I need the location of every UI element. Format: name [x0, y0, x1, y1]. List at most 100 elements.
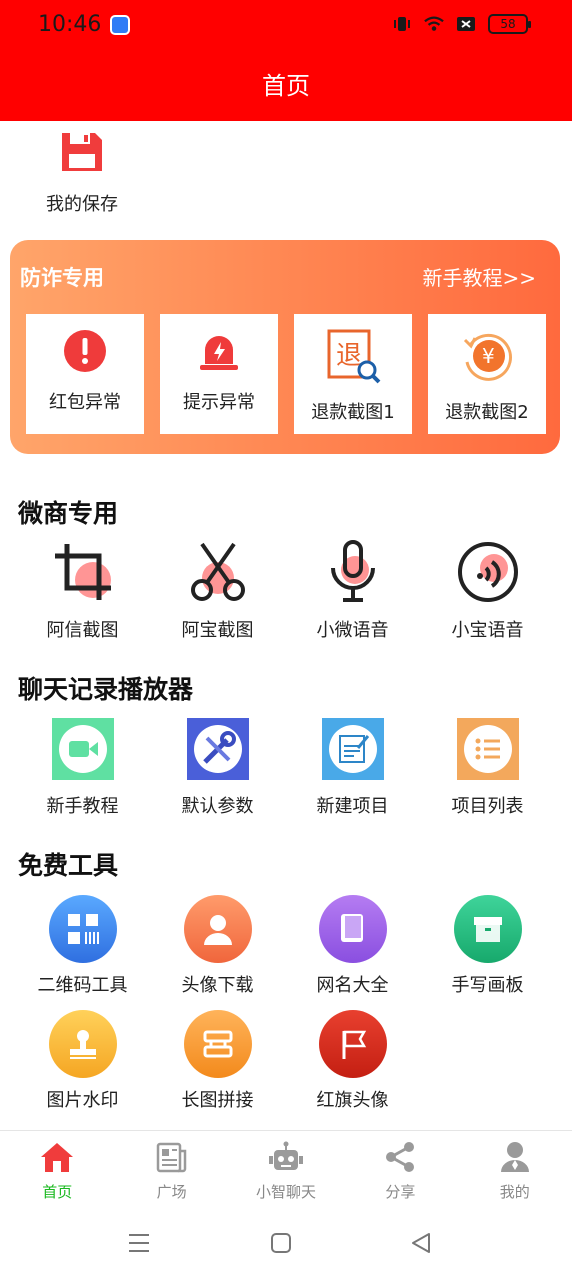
anti-fraud-panel: 防诈专用 新手教程>> 红包异常 提示异常 退 退款截图1 ¥ 退款截图2 [10, 240, 560, 454]
long-image-splice-button[interactable]: 长图拼接 [150, 1010, 285, 1112]
list-icon [456, 718, 519, 780]
exclamation-circle-icon [64, 330, 106, 372]
default-params-button[interactable]: 默认参数 [150, 718, 285, 818]
card-label: 提示异常 [183, 392, 255, 413]
handwriting-board-button[interactable]: 手写画板 [420, 895, 555, 997]
sim-off-icon [457, 17, 475, 31]
new-project-button[interactable]: 新建项目 [285, 718, 420, 818]
video-camera-icon [51, 718, 114, 780]
bottom-navigation: 首页 广场 小智聊天 分享 我的 [0, 1130, 572, 1208]
red-flag-avatar-button[interactable]: 红旗头像 [285, 1010, 420, 1112]
nav-label: 首页 [42, 1183, 73, 1201]
battery-icon: 58 [488, 14, 531, 34]
menu-icon[interactable] [128, 1232, 150, 1254]
nav-ai-chat[interactable]: 小智聊天 [229, 1131, 343, 1208]
robot-icon [268, 1141, 303, 1170]
flag-icon [318, 1010, 387, 1078]
player-grid: 新手教程 默认参数 新建项目 项目列表 [15, 718, 555, 818]
section-title-free: 免费工具 [18, 851, 119, 880]
share-icon [386, 1142, 415, 1172]
yen-refresh-icon: ¥ [463, 333, 512, 381]
scissors-icon [190, 542, 245, 601]
card-label: 红包异常 [49, 392, 121, 413]
project-list-button[interactable]: 项目列表 [420, 718, 555, 818]
floppy-disk-icon [62, 133, 102, 171]
my-save-label: 我的保存 [46, 194, 118, 215]
item-label: 网名大全 [316, 975, 389, 996]
image-watermark-button[interactable]: 图片水印 [15, 1010, 150, 1112]
item-label: 手写画板 [451, 975, 524, 996]
nickname-collection-button[interactable]: 网名大全 [285, 895, 420, 997]
card-label: 退款截图1 [311, 402, 395, 423]
microphone-icon [330, 540, 375, 602]
svg-text:退: 退 [336, 341, 362, 371]
sound-icon [457, 542, 518, 602]
system-navigation-bar [0, 1208, 572, 1280]
my-save-button[interactable]: 我的保存 [30, 130, 134, 216]
item-label: 图片水印 [46, 1090, 119, 1111]
profile-icon [500, 1142, 529, 1172]
avatar-download-button[interactable]: 头像下载 [150, 895, 285, 997]
svg-text:¥: ¥ [482, 344, 495, 368]
item-label: 阿信截图 [46, 620, 119, 641]
status-bar: 10:46 58 [0, 0, 572, 52]
beginner-tutorial-button[interactable]: 新手教程 [15, 718, 150, 818]
free-tools-grid-row2: 图片水印 长图拼接 红旗头像 [15, 1010, 555, 1112]
section-title-weishang: 微商专用 [18, 499, 119, 528]
item-label: 新建项目 [316, 796, 389, 817]
item-label: 小微语音 [316, 620, 389, 641]
status-time: 10:46 [38, 12, 102, 37]
free-tools-grid-row1: 二维码工具 头像下载 网名大全 手写画板 [15, 895, 555, 997]
beginner-tutorial-link[interactable]: 新手教程>> [422, 262, 536, 291]
prompt-abnormal-card[interactable]: 提示异常 [160, 314, 278, 434]
red-packet-abnormal-card[interactable]: 红包异常 [26, 314, 144, 434]
xiaowei-voice-button[interactable]: 小微语音 [285, 540, 420, 642]
item-label: 默认参数 [181, 796, 254, 817]
weishang-grid: 阿信截图 阿宝截图 小微语音 小宝语音 [15, 540, 555, 642]
box-icon [453, 895, 522, 963]
item-label: 阿宝截图 [181, 620, 254, 641]
wifi-icon [424, 16, 444, 31]
item-label: 红旗头像 [316, 1090, 389, 1111]
nav-label: 广场 [156, 1183, 187, 1201]
home-icon [41, 1143, 74, 1172]
app-header: 10:46 58 首页 [0, 0, 572, 121]
newspaper-icon [156, 1142, 186, 1173]
status-icons: 58 [392, 14, 531, 34]
user-icon [183, 895, 252, 963]
card-label: 退款截图2 [445, 402, 529, 423]
section-title-player: 聊天记录播放器 [18, 675, 194, 704]
nav-label: 我的 [499, 1183, 530, 1201]
stamp-icon [48, 1010, 117, 1078]
vibrate-icon [394, 17, 410, 31]
qrcode-tool-button[interactable]: 二维码工具 [15, 895, 150, 997]
nav-label: 小智聊天 [255, 1183, 316, 1201]
crop-icon [54, 544, 111, 600]
page-title: 首页 [262, 72, 310, 100]
item-label: 头像下载 [181, 975, 254, 996]
nav-profile[interactable]: 我的 [458, 1131, 572, 1208]
refund-screenshot-2-card[interactable]: ¥ 退款截图2 [428, 314, 546, 434]
qrcode-icon [48, 895, 117, 963]
refund-screenshot-1-card[interactable]: 退 退款截图1 [294, 314, 412, 434]
nav-home[interactable]: 首页 [0, 1131, 114, 1208]
app-notification-icon [110, 15, 130, 35]
alarm-light-icon [200, 336, 238, 370]
item-label: 项目列表 [451, 796, 524, 817]
item-label: 长图拼接 [181, 1090, 254, 1111]
xiaobao-voice-button[interactable]: 小宝语音 [420, 540, 555, 642]
nav-label: 分享 [385, 1183, 416, 1201]
abao-screenshot-button[interactable]: 阿宝截图 [150, 540, 285, 642]
anti-fraud-title: 防诈专用 [20, 266, 104, 290]
nav-square[interactable]: 广场 [114, 1131, 228, 1208]
nav-share[interactable]: 分享 [343, 1131, 457, 1208]
splice-icon [183, 1010, 252, 1078]
home-button-icon[interactable] [270, 1232, 292, 1254]
axin-screenshot-button[interactable]: 阿信截图 [15, 540, 150, 642]
tools-icon [186, 718, 249, 780]
back-icon[interactable] [410, 1232, 432, 1254]
item-label: 二维码工具 [37, 975, 128, 996]
item-label: 小宝语音 [451, 620, 524, 641]
edit-document-icon [321, 718, 384, 780]
refund-search-icon: 退 [327, 329, 381, 384]
